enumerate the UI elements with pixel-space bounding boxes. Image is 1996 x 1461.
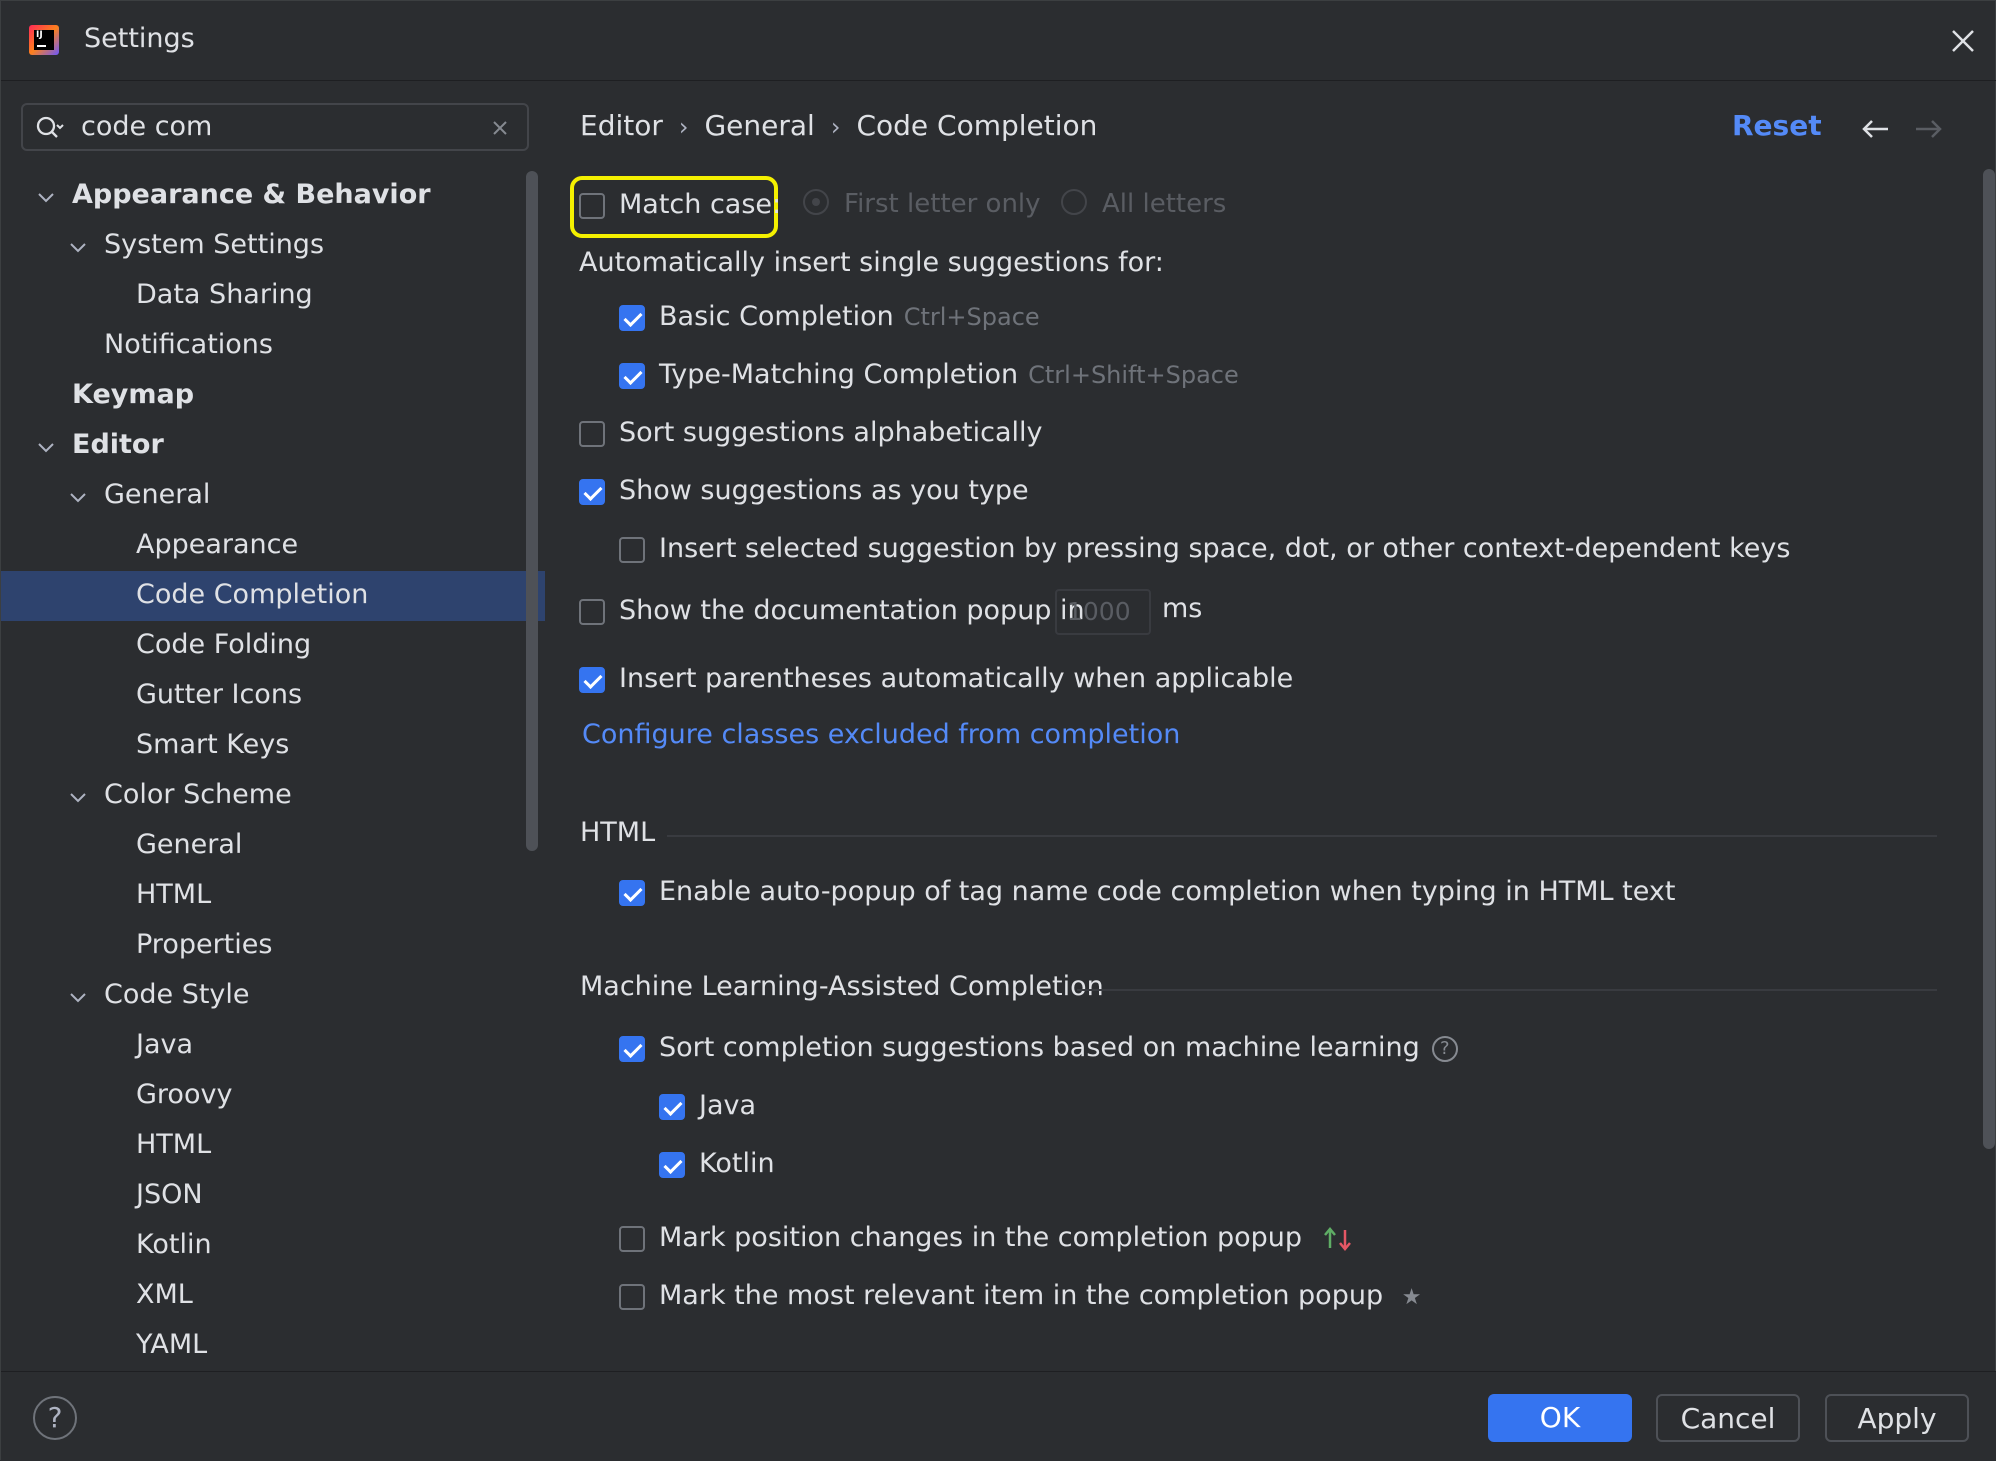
tree-item-code-style-xml[interactable]: XML [1,1271,545,1321]
close-icon[interactable] [1945,23,1981,59]
position-change-arrows-icon [1323,1226,1351,1251]
dialog-footer: ? OK Cancel Apply [1,1371,1996,1461]
all-letters-radio[interactable] [1061,189,1087,215]
sidebar-scrollbar[interactable] [526,171,538,851]
show-typing-label: Show suggestions as you type [619,475,1029,506]
mark-position-label: Mark position changes in the completion … [659,1222,1303,1253]
ml-section-divider [1077,989,1937,991]
chevron-down-icon[interactable] [35,436,57,458]
tree-item-code-style-yaml[interactable]: YAML [1,1321,545,1371]
tree-item-notifications[interactable]: Notifications [1,321,545,371]
mark-relevant-label: Mark the most relevant item in the compl… [659,1280,1384,1311]
forward-arrow-icon[interactable] [1912,115,1944,143]
parens-label: Insert parentheses automatically when ap… [619,663,1294,694]
doc-popup-label: Show the documentation popup in [619,595,1085,626]
chevron-down-icon[interactable] [67,486,89,508]
tree-item-editor[interactable]: Editor [1,421,545,471]
back-arrow-icon[interactable] [1860,115,1892,143]
parens-checkbox[interactable] [579,667,605,693]
chevron-down-icon[interactable] [67,986,89,1008]
tree-item-color-scheme-html[interactable]: HTML [1,871,545,921]
tree-item-system-settings[interactable]: System Settings [1,221,545,271]
tree-item-color-scheme-properties[interactable]: Properties [1,921,545,971]
settings-search-field[interactable]: code com [21,103,529,151]
show-typing-checkbox[interactable] [579,479,605,505]
help-question-icon[interactable]: ? [1431,1035,1458,1062]
settings-sidebar: code com Appearance & Behavior System Se… [1,81,546,1371]
tree-item-editor-general[interactable]: General [1,471,545,521]
type-matching-shortcut: Ctrl+Shift+Space [1028,361,1239,389]
star-icon: ★ [1401,1285,1422,1310]
insert-selected-label: Insert selected suggestion by pressing s… [659,533,1791,564]
tree-item-color-scheme-general[interactable]: General [1,821,545,871]
match-case-checkbox[interactable] [579,193,605,219]
type-matching-label: Type-Matching Completion [659,359,1019,390]
auto-insert-label: Automatically insert single suggestions … [579,247,1164,278]
breadcrumb-editor[interactable]: Editor [580,109,663,142]
tree-item-keymap[interactable]: Keymap [1,371,545,421]
search-input[interactable]: code com [81,111,212,142]
window-title: Settings [84,23,195,54]
html-autopopup-label: Enable auto-popup of tag name code compl… [659,876,1676,907]
ml-kotlin-checkbox[interactable] [659,1152,685,1178]
tree-item-code-folding[interactable]: Code Folding [1,621,545,671]
ml-kotlin-label: Kotlin [699,1148,775,1179]
html-section-divider [667,835,1937,837]
content-scrollbar[interactable] [1983,169,1995,1149]
ml-java-label: Java [699,1090,757,1121]
sort-alpha-checkbox[interactable] [579,421,605,447]
tree-item-color-scheme[interactable]: Color Scheme [1,771,545,821]
breadcrumb: Editor › General › Code Completion [580,109,1098,142]
tree-item-code-style-html[interactable]: HTML [1,1121,545,1171]
chevron-down-icon[interactable] [35,186,57,208]
mark-position-checkbox[interactable] [619,1226,645,1252]
help-button[interactable]: ? [33,1396,77,1440]
breadcrumb-general[interactable]: General [704,109,814,142]
chevron-down-icon[interactable] [67,786,89,808]
sort-ml-label: Sort completion suggestions based on mac… [659,1032,1420,1063]
first-letter-radio[interactable] [803,189,829,215]
intellij-logo-icon: IJ [29,25,59,55]
settings-window: IJ Settings code com Appearance & Behavi… [0,0,1996,1461]
tree-item-gutter-icons[interactable]: Gutter Icons [1,671,545,721]
tree-item-code-style-java[interactable]: Java [1,1021,545,1071]
doc-popup-delay-input[interactable]: 1000 [1055,589,1151,635]
tree-item-appearance[interactable]: Appearance [1,521,545,571]
tree-item-smart-keys[interactable]: Smart Keys [1,721,545,771]
reset-link[interactable]: Reset [1732,109,1822,142]
all-letters-label: All letters [1102,189,1227,219]
tree-item-code-style-kotlin[interactable]: Kotlin [1,1221,545,1271]
title-bar: IJ Settings [1,1,1996,81]
ml-section-title: Machine Learning-Assisted Completion [580,971,1104,1002]
mark-relevant-checkbox[interactable] [619,1284,645,1310]
tree-item-data-sharing[interactable]: Data Sharing [1,271,545,321]
first-letter-label: First letter only [844,189,1041,219]
basic-completion-checkbox[interactable] [619,305,645,331]
tree-item-code-style[interactable]: Code Style [1,971,545,1021]
insert-selected-checkbox[interactable] [619,537,645,563]
tree-item-code-completion[interactable]: Code Completion [1,571,545,621]
doc-popup-unit: ms [1162,593,1203,624]
chevron-down-icon[interactable] [67,236,89,258]
basic-completion-shortcut: Ctrl+Space [903,303,1040,331]
apply-button[interactable]: Apply [1825,1394,1969,1442]
breadcrumb-code-completion: Code Completion [856,109,1098,142]
clear-search-icon[interactable] [489,117,511,139]
search-icon [36,116,64,138]
tree-item-appearance-behavior[interactable]: Appearance & Behavior [1,171,545,221]
basic-completion-label: Basic Completion [659,301,894,332]
tree-item-code-style-groovy[interactable]: Groovy [1,1071,545,1121]
match-case-label: Match case: [619,189,782,220]
html-autopopup-checkbox[interactable] [619,880,645,906]
ok-button[interactable]: OK [1488,1394,1632,1442]
sort-alpha-label: Sort suggestions alphabetically [619,417,1043,448]
configure-excluded-classes-link[interactable]: Configure classes excluded from completi… [582,719,1180,750]
sort-ml-checkbox[interactable] [619,1036,645,1062]
ml-java-checkbox[interactable] [659,1094,685,1120]
type-matching-checkbox[interactable] [619,363,645,389]
html-section-title: HTML [580,817,656,848]
doc-popup-checkbox[interactable] [579,599,605,625]
cancel-button[interactable]: Cancel [1656,1394,1800,1442]
tree-item-code-style-json[interactable]: JSON [1,1171,545,1221]
